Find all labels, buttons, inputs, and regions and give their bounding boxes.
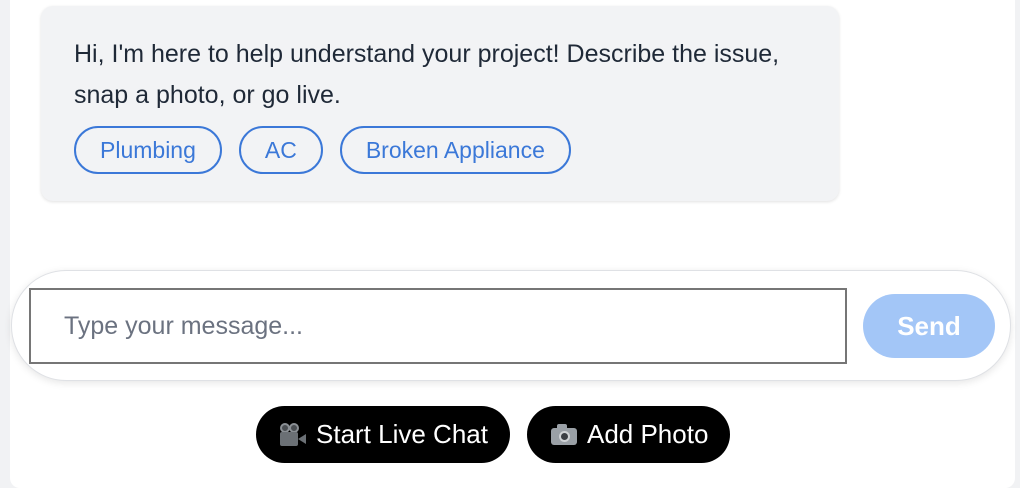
add-photo-label: Add Photo (586, 419, 709, 449)
assistant-message-bubble: Hi, I'm here to help understand your pro… (41, 6, 839, 201)
quick-reply-chips: Plumbing AC Broken Appliance (74, 126, 571, 174)
assistant-message-text: Hi, I'm here to help understand your pro… (74, 40, 780, 109)
message-input[interactable] (29, 288, 847, 364)
action-buttons: Start Live Chat Add Photo (256, 406, 731, 463)
quick-reply-ac[interactable]: AC (238, 126, 323, 174)
add-photo-button[interactable]: Add Photo (526, 406, 731, 463)
send-button[interactable]: Send (863, 294, 995, 358)
start-live-chat-label: Start Live Chat (316, 419, 488, 449)
chat-panel: Hi, I'm here to help understand your pro… (10, 0, 1015, 488)
camera-icon (549, 422, 579, 448)
quick-reply-plumbing[interactable]: Plumbing (74, 126, 222, 174)
message-composer: Send (11, 270, 1011, 381)
quick-reply-broken-appliance[interactable]: Broken Appliance (339, 126, 571, 174)
movie-camera-icon (278, 422, 308, 448)
start-live-chat-button[interactable]: Start Live Chat (256, 406, 510, 463)
